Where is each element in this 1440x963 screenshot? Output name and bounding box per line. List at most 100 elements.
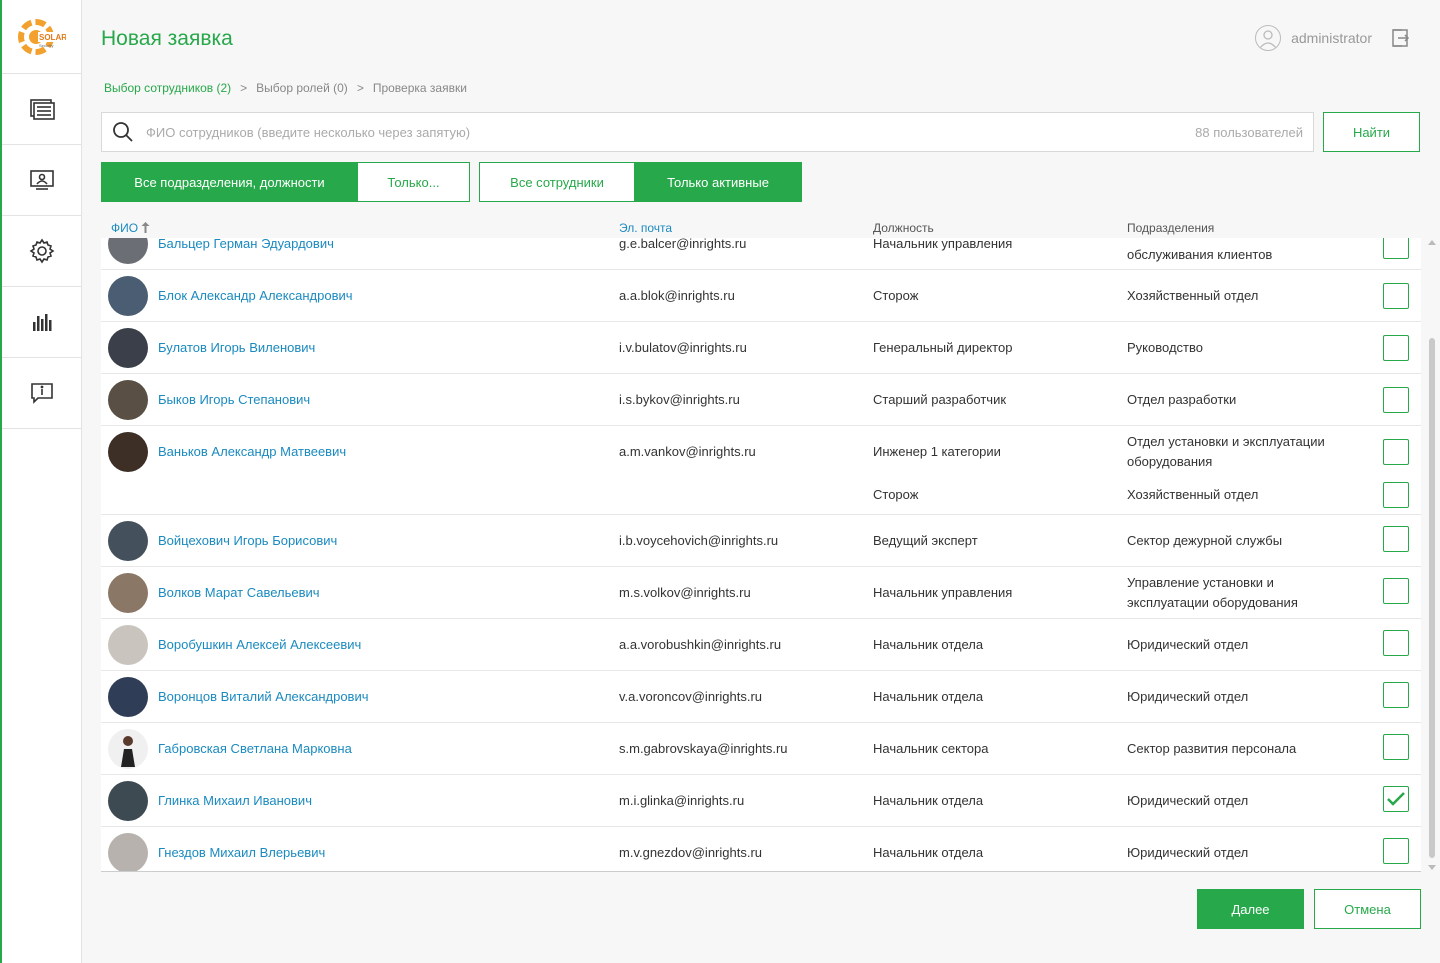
employee-email: m.i.glinka@inrights.ru	[619, 793, 745, 808]
row-checkbox[interactable]	[1383, 526, 1409, 552]
person-silhouette-icon	[121, 736, 135, 767]
scroll-thumb[interactable]	[1429, 338, 1435, 858]
filters: Все подразделения, должности Только... В…	[101, 162, 802, 202]
breadcrumb: Выбор сотрудников (2) > Выбор ролей (0) …	[104, 81, 467, 95]
solar-logo-icon: SOLAR Security	[17, 18, 66, 55]
avatar	[108, 625, 148, 665]
employee-name[interactable]: Быков Игорь Степанович	[158, 390, 310, 410]
employee-name[interactable]: Гнездов Михаил Влерьевич	[158, 843, 325, 863]
row-checkbox[interactable]	[1383, 838, 1409, 864]
row-checkbox[interactable]	[1383, 630, 1409, 656]
search-icon	[113, 122, 133, 142]
breadcrumb-separator: >	[240, 81, 248, 95]
employee-name[interactable]: Блок Александр Александрович	[158, 286, 353, 306]
sidebar-item-requests[interactable]	[2, 74, 81, 145]
svg-text:Security: Security	[39, 43, 53, 48]
column-header-position: Должность	[873, 221, 934, 235]
gear-icon	[29, 238, 54, 264]
username[interactable]: administrator	[1291, 30, 1372, 46]
table-row: Булатов Игорь Виленович i.v.bulatov@inri…	[101, 322, 1421, 374]
employee-department: обслуживания клиентов	[1127, 247, 1273, 262]
employee-department: Отдел разработки	[1127, 392, 1237, 407]
breadcrumb-separator: >	[356, 81, 364, 95]
row-checkbox[interactable]	[1383, 335, 1409, 361]
search-input[interactable]	[146, 124, 1196, 140]
column-header-department: Подразделения	[1127, 221, 1215, 235]
row-checkbox[interactable]	[1383, 283, 1409, 309]
info-message-icon	[30, 383, 53, 404]
cancel-button[interactable]: Отмена	[1314, 889, 1421, 929]
employee-position: Генеральный директор	[873, 340, 1013, 355]
breadcrumb-step-review[interactable]: Проверка заявки	[373, 81, 467, 95]
employee-department: Юридический отдел	[1127, 793, 1249, 808]
avatar	[108, 677, 148, 717]
row-checkbox[interactable]	[1383, 439, 1409, 465]
table-row: Быков Игорь Степанович i.s.bykov@inright…	[101, 374, 1421, 426]
scroll-up-icon[interactable]	[1428, 240, 1436, 245]
employee-department-secondary: Хозяйственный отдел	[1127, 487, 1259, 502]
logout-icon[interactable]	[1390, 27, 1410, 49]
employee-department: Юридический отдел	[1127, 689, 1249, 704]
employee-email: a.a.vorobushkin@inrights.ru	[619, 637, 782, 652]
avatar	[108, 328, 148, 368]
row-checkbox[interactable]	[1383, 786, 1409, 812]
svg-text:SOLAR: SOLAR	[39, 33, 66, 42]
employee-department: Управление установки и эксплуатации обор…	[1127, 575, 1298, 610]
employees-table: Бальцер Герман Эдуардович g.e.balcer@inr…	[101, 238, 1421, 872]
employee-position: Старший разработчик	[873, 392, 1007, 407]
table-row: Войцехович Игорь Борисович i.b.voycehovi…	[101, 515, 1421, 567]
sidebar-item-monitor[interactable]	[2, 145, 81, 216]
employee-name[interactable]: Воронцов Виталий Александрович	[158, 687, 369, 707]
row-checkbox[interactable]	[1383, 238, 1409, 259]
row-checkbox[interactable]	[1383, 578, 1409, 604]
employee-name[interactable]: Воробушкин Алексей Алексеевич	[158, 635, 361, 655]
user-box: administrator	[1255, 25, 1410, 51]
employee-department: Хозяйственный отдел	[1127, 288, 1259, 303]
employee-name[interactable]: Булатов Игорь Виленович	[158, 338, 315, 358]
table-row: Бальцер Герман Эдуардович g.e.balcer@inr…	[101, 238, 1421, 270]
employee-name[interactable]: Габровская Светлана Марковна	[158, 739, 352, 759]
employee-email: i.s.bykov@inrights.ru	[619, 392, 740, 407]
table-row: Ваньков Александр Матвеевич a.m.vankov@i…	[101, 426, 1421, 515]
employee-position: Начальник отдела	[873, 845, 984, 860]
breadcrumb-step-roles[interactable]: Выбор ролей (0)	[256, 81, 348, 95]
column-header-name[interactable]: ФИО	[111, 221, 150, 235]
row-checkbox[interactable]	[1383, 387, 1409, 413]
filter-only[interactable]: Только...	[358, 162, 470, 202]
employee-name[interactable]: Ваньков Александр Матвеевич	[158, 442, 346, 462]
scroll-down-icon[interactable]	[1428, 865, 1436, 870]
avatar	[108, 276, 148, 316]
filter-all-departments[interactable]: Все подразделения, должности	[101, 162, 358, 202]
column-header-name-label: ФИО	[111, 221, 139, 235]
table-row: Глинка Михаил Иванович m.i.glinka@inrigh…	[101, 775, 1421, 827]
employee-department: Руководство	[1127, 340, 1203, 355]
column-header-email[interactable]: Эл. почта	[619, 221, 672, 235]
row-checkbox[interactable]	[1383, 734, 1409, 760]
avatar[interactable]	[1255, 25, 1282, 51]
avatar	[108, 573, 148, 613]
find-button[interactable]: Найти	[1323, 112, 1420, 152]
employee-email: s.m.gabrovskaya@inrights.ru	[619, 741, 788, 756]
avatar	[108, 521, 148, 561]
avatar	[108, 833, 148, 871]
employee-name[interactable]: Бальцер Герман Эдуардович	[158, 238, 334, 254]
sidebar-item-reports[interactable]	[2, 287, 81, 358]
filter-only-active[interactable]: Только активные	[635, 162, 802, 202]
employee-position: Начальник отдела	[873, 637, 984, 652]
filter-all-employees[interactable]: Все сотрудники	[479, 162, 635, 202]
table-scrollbar[interactable]	[1428, 238, 1436, 872]
employee-name[interactable]: Глинка Михаил Иванович	[158, 791, 312, 811]
chart-icon	[32, 314, 51, 331]
employee-department: Сектор развития персонала	[1127, 741, 1297, 756]
employee-name[interactable]: Волков Марат Савельевич	[158, 583, 320, 603]
breadcrumb-step-employees[interactable]: Выбор сотрудников (2)	[104, 81, 231, 95]
row-checkbox-secondary[interactable]	[1383, 482, 1409, 508]
table-row: Волков Марат Савельевич m.s.volkov@inrig…	[101, 567, 1421, 619]
next-button[interactable]: Далее	[1197, 889, 1304, 929]
employee-name[interactable]: Войцехович Игорь Борисович	[158, 531, 337, 551]
sidebar-item-info[interactable]	[2, 358, 81, 429]
logo[interactable]: SOLAR Security	[2, 0, 81, 74]
employee-email: v.a.voroncov@inrights.ru	[619, 689, 763, 704]
row-checkbox[interactable]	[1383, 682, 1409, 708]
sidebar-item-settings[interactable]	[2, 216, 81, 287]
